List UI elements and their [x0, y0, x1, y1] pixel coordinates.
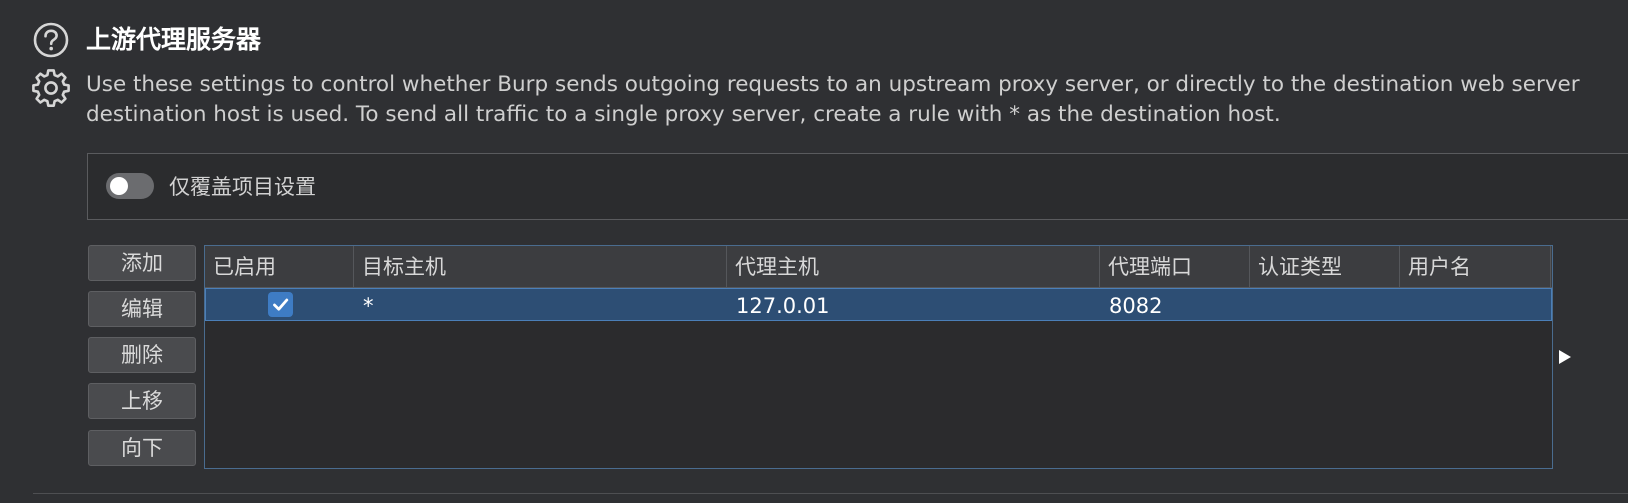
column-header-username[interactable]: 用户名	[1400, 246, 1551, 287]
column-header-proxy-port[interactable]: 代理端口	[1100, 246, 1250, 287]
column-header-auth-type[interactable]: 认证类型	[1250, 246, 1400, 287]
enabled-checkbox[interactable]	[268, 292, 293, 317]
table-header: 已启用 目标主机 代理主机 代理端口 认证类型 用户名	[205, 246, 1552, 288]
override-toggle[interactable]	[106, 173, 154, 199]
section-divider	[33, 493, 1628, 494]
page-title: 上游代理服务器	[86, 25, 262, 54]
override-label: 仅覆盖项目设置	[169, 175, 316, 199]
move-down-button[interactable]: 向下	[88, 430, 196, 466]
override-settings-panel	[87, 153, 1628, 220]
cell-proxy-host: 127.0.01	[736, 294, 830, 318]
checkmark-icon	[273, 298, 289, 311]
cell-username	[1401, 289, 1552, 320]
column-header-enabled[interactable]: 已启用	[205, 246, 354, 287]
remove-button[interactable]: 删除	[88, 337, 196, 373]
toggle-knob	[110, 177, 128, 195]
edit-button[interactable]: 编辑	[88, 291, 196, 327]
proxy-rules-table: 已启用 目标主机 代理主机 代理端口 认证类型 用户名 * 127.0.01 8…	[204, 245, 1553, 469]
column-header-destination-host[interactable]: 目标主机	[354, 246, 727, 287]
description-line-2: destination host is used. To send all tr…	[86, 102, 1281, 127]
column-header-proxy-host[interactable]: 代理主机	[727, 246, 1100, 287]
description-line-1: Use these settings to control whether Bu…	[86, 72, 1580, 97]
cell-destination-host: *	[363, 294, 374, 318]
table-row[interactable]: * 127.0.01 8082	[205, 288, 1552, 321]
gear-icon[interactable]	[32, 69, 70, 107]
cell-auth-type	[1251, 289, 1401, 320]
triangle-right-icon[interactable]	[1558, 349, 1572, 365]
description: Use these settings to control whether Bu…	[86, 70, 1628, 130]
cell-proxy-port: 8082	[1109, 294, 1163, 318]
add-button[interactable]: 添加	[88, 245, 196, 281]
help-circle-icon[interactable]	[32, 21, 70, 59]
move-up-button[interactable]: 上移	[88, 383, 196, 419]
